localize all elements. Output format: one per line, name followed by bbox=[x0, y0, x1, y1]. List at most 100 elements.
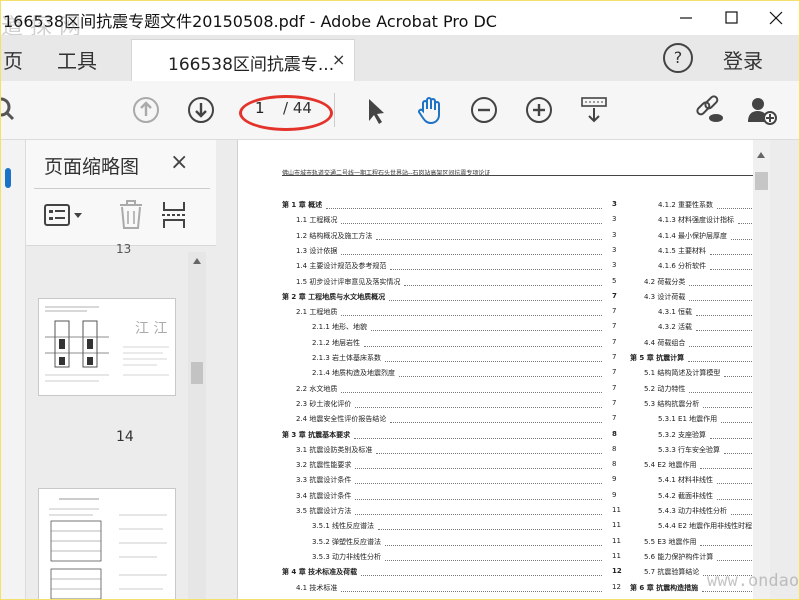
toc-entry-label: 1.5 初步设计评审意见及落实情况 bbox=[296, 277, 401, 286]
toc-left-row[interactable]: 3.5.1 线性反应谱法 11 bbox=[312, 521, 621, 531]
svg-text:江 江: 江 江 bbox=[135, 321, 167, 337]
document-scrollbar[interactable] bbox=[753, 140, 770, 599]
toc-right-row[interactable]: 4.3.1 恒载 bbox=[658, 307, 752, 317]
toc-left-row[interactable]: 3.5 抗震设计方法 11 bbox=[296, 506, 621, 516]
minimize-button[interactable] bbox=[663, 1, 709, 35]
toc-right-row[interactable]: 5.3.2 支座验算 bbox=[658, 430, 752, 440]
close-window-button[interactable] bbox=[753, 1, 799, 35]
add-user-icon[interactable] bbox=[747, 95, 777, 125]
toc-left-row[interactable]: 4.1 技术标准 12 bbox=[296, 583, 621, 593]
toc-left-row[interactable]: 第 4 章 技术标准及荷载 12 bbox=[282, 567, 622, 577]
close-panel-icon[interactable]: × bbox=[170, 150, 188, 175]
toc-right-row[interactable]: 4.1.2 重要性系数 bbox=[658, 200, 752, 210]
toc-left-row[interactable]: 2.2 水文地质 7 bbox=[296, 384, 616, 394]
toc-right-row[interactable]: 5.3.1 E1 地震作用 bbox=[658, 414, 752, 424]
scroll-up-icon[interactable] bbox=[193, 258, 201, 264]
toc-page-number: 9 bbox=[612, 475, 617, 484]
toc-right-row[interactable]: 4.1.4 最小保护层厚度 bbox=[658, 231, 752, 241]
toc-left-row[interactable]: 3.1 抗震设防类别及标准 8 bbox=[296, 445, 616, 455]
toc-leader bbox=[731, 513, 752, 515]
hand-tool-icon[interactable] bbox=[415, 95, 445, 125]
toc-entry-label: 5.5 E3 地震作用 bbox=[644, 537, 697, 546]
toc-page-number: 3 bbox=[612, 230, 617, 239]
thumbnail-scrollbar[interactable] bbox=[188, 252, 206, 599]
close-tab-icon[interactable]: × bbox=[332, 50, 345, 69]
toc-left-row[interactable]: 2.1.1 地形、地貌 7 bbox=[312, 322, 616, 332]
toc-right-row[interactable]: 4.4 荷载组合 bbox=[644, 338, 752, 348]
thumbnail-options-icon[interactable] bbox=[44, 204, 86, 226]
thumbnail-page-14[interactable]: 江 江 bbox=[38, 298, 176, 396]
trash-icon[interactable] bbox=[118, 200, 144, 230]
toc-left-row[interactable]: 第 1 章 概述 3 bbox=[282, 200, 617, 210]
toc-left-row[interactable]: 2.1 工程地质 7 bbox=[296, 307, 616, 317]
toc-leader bbox=[354, 437, 602, 439]
toc-left-row[interactable]: 2.1.2 地层岩性 7 bbox=[312, 338, 616, 348]
toc-right-row[interactable]: 4.1.5 主要材料 bbox=[658, 246, 752, 256]
toc-left-row[interactable]: 3.2 抗震性能要求 8 bbox=[296, 460, 616, 470]
toc-right-row[interactable]: 5.4.1 材料非线性 bbox=[658, 475, 752, 485]
toc-right-row[interactable]: 4.1.6 分析软件 bbox=[658, 261, 752, 271]
toc-right-row[interactable]: 5.7 抗震验算结论 bbox=[644, 567, 752, 577]
toc-right-row[interactable]: 4.2 荷载分类 bbox=[644, 277, 752, 287]
toc-right-row[interactable]: 第 6 章 抗震构造措施 bbox=[630, 583, 752, 593]
login-button[interactable]: 登录 bbox=[723, 45, 763, 74]
doc-scroll-up-icon[interactable] bbox=[757, 152, 765, 158]
toc-page-number: 8 bbox=[612, 429, 617, 438]
tab-tools[interactable]: 工具 bbox=[57, 45, 97, 74]
toc-right-row[interactable]: 5.4 E2 地震作用 bbox=[644, 460, 752, 470]
toc-right-row[interactable]: 4.3 设计荷载 bbox=[644, 292, 752, 302]
toc-left-row[interactable]: 第 2 章 工程地质与水文地质概况 7 bbox=[282, 292, 617, 302]
scroll-mode-icon[interactable] bbox=[579, 95, 609, 125]
toc-right-row[interactable]: 5.2 动力特性 bbox=[644, 384, 752, 394]
document-scroll-thumb[interactable] bbox=[755, 172, 768, 190]
toc-right-row[interactable]: 5.3 结构抗震分析 bbox=[644, 399, 752, 409]
tab-home[interactable]: 页 bbox=[3, 45, 23, 74]
toc-right-row[interactable]: 5.3.3 行车安全验算 bbox=[658, 445, 752, 455]
toc-left-row[interactable]: 1.1 工程概况 3 bbox=[296, 215, 616, 225]
toc-entry-label: 4.1 技术标准 bbox=[296, 583, 338, 592]
toc-left-row[interactable]: 3.4 抗震设计条件 9 bbox=[296, 491, 616, 501]
zoom-in-icon[interactable] bbox=[524, 95, 554, 125]
toc-right-row[interactable]: 4.3.2 活载 bbox=[658, 322, 752, 332]
toc-leader bbox=[341, 253, 602, 255]
zoom-out-icon[interactable] bbox=[469, 95, 499, 125]
toc-right-row[interactable]: 5.5 E3 地震作用 bbox=[644, 537, 752, 547]
toc-right-row[interactable]: 5.6 能力保护构件计算 bbox=[644, 552, 752, 562]
toc-right-row[interactable]: 4.1.3 材料强度设计指标 bbox=[658, 215, 752, 225]
toc-left-row[interactable]: 3.5.3 动力非线性分析 11 bbox=[312, 552, 621, 562]
toc-left-row[interactable]: 2.4 地震安全性评价报告结论 7 bbox=[296, 414, 616, 424]
toc-right-row[interactable]: 5.1 结构简述及计算模型 bbox=[644, 368, 752, 378]
watermark-bottom: www.ondao.com bbox=[707, 571, 800, 591]
toc-left-row[interactable]: 2.3 砂土液化评价 7 bbox=[296, 399, 616, 409]
toc-leader bbox=[696, 329, 752, 332]
panel-divider bbox=[34, 188, 210, 189]
toc-right-row[interactable]: 5.4.2 截面非线性 bbox=[658, 491, 752, 501]
maximize-button[interactable] bbox=[709, 1, 755, 35]
toc-page-number: 7 bbox=[612, 383, 617, 392]
toc-left-row[interactable]: 1.5 初步设计评审意见及落实情况 5 bbox=[296, 277, 616, 287]
toc-left-row[interactable]: 1.2 结构概况及施工方法 3 bbox=[296, 231, 616, 241]
toc-left-row[interactable]: 3.3 抗震设计条件 9 bbox=[296, 475, 616, 485]
toc-left-row[interactable]: 3.5.2 弹塑性反应谱法 11 bbox=[312, 537, 621, 547]
toc-right-row[interactable]: 5.4.3 动力非线性分析 bbox=[658, 506, 752, 516]
thumbnail-scroll-thumb[interactable] bbox=[191, 362, 203, 384]
insert-page-icon[interactable] bbox=[160, 200, 190, 230]
toc-left-row[interactable]: 第 3 章 抗震基本要求 8 bbox=[282, 430, 617, 440]
toc-left-row[interactable]: 1.3 设计依据 3 bbox=[296, 246, 616, 256]
search-icon[interactable] bbox=[0, 95, 25, 125]
select-arrow-icon[interactable] bbox=[361, 95, 391, 125]
thumbnail-page-15[interactable] bbox=[38, 488, 176, 599]
tab-document[interactable]: 166538区间抗震专... × bbox=[131, 39, 355, 82]
toc-right-row[interactable]: 5.4.4 E2 地震作用非线性时程 bbox=[658, 521, 752, 531]
toc-leader bbox=[689, 391, 752, 393]
toc-entry-label: 5.6 能力保护构件计算 bbox=[644, 552, 714, 561]
toc-left-row[interactable]: 2.1.3 岩土体基床系数 7 bbox=[312, 353, 616, 363]
toc-page-number: 9 bbox=[612, 490, 617, 499]
share-link-icon[interactable] bbox=[693, 95, 723, 125]
toc-right-row[interactable]: 第 5 章 抗震计算 bbox=[630, 353, 752, 363]
toc-left-row[interactable]: 2.1.4 地质构造及地震烈度 7 bbox=[312, 368, 616, 378]
help-icon[interactable]: ? bbox=[663, 43, 693, 73]
previous-page-icon[interactable] bbox=[131, 95, 161, 125]
next-page-icon[interactable] bbox=[186, 95, 216, 125]
toc-left-row[interactable]: 1.4 主要设计规范及参考规范 3 bbox=[296, 261, 616, 271]
